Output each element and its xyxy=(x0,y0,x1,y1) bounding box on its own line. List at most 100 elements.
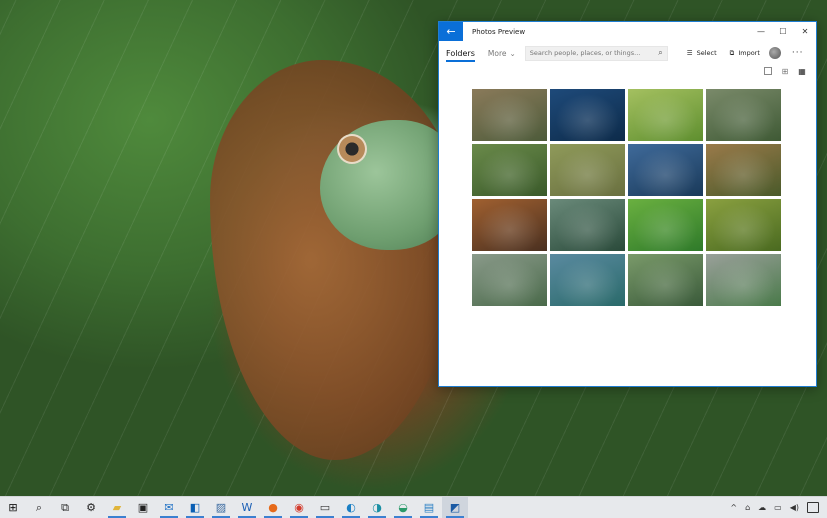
firefox-taskbar-button[interactable]: ● xyxy=(260,497,286,518)
wallpaper-leaf xyxy=(210,60,460,460)
edge-taskbar-button[interactable]: ◐ xyxy=(338,497,364,518)
volume-icon[interactable]: ◀) xyxy=(790,503,799,512)
search-input[interactable] xyxy=(529,49,648,57)
photo-thumbnail[interactable] xyxy=(628,254,703,306)
back-arrow-icon: ← xyxy=(446,25,456,38)
large-view-icon[interactable] xyxy=(764,67,772,75)
more-options-button[interactable]: ··· xyxy=(792,48,804,58)
photo-thumbnail[interactable] xyxy=(550,89,625,141)
mail-icon: ✉ xyxy=(164,501,174,514)
photo-image xyxy=(706,199,781,251)
small-view-icon[interactable]: ▦ xyxy=(798,67,806,76)
photos-icon: ▨ xyxy=(215,501,227,514)
photo-thumbnail[interactable] xyxy=(628,89,703,141)
word-taskbar-button[interactable]: W xyxy=(234,497,260,518)
photo-thumbnail[interactable] xyxy=(472,89,547,141)
edge-beta-icon: ◑ xyxy=(372,501,382,514)
more-label: More xyxy=(487,48,507,58)
photo-image xyxy=(628,254,703,306)
photo-row xyxy=(472,254,784,306)
photos-preview-taskbar-button[interactable]: ◩ xyxy=(442,497,468,518)
import-button[interactable]: ⧉ Import xyxy=(730,49,760,58)
photo-grid xyxy=(472,89,784,309)
photo-row xyxy=(472,144,784,196)
photo-image xyxy=(472,199,547,251)
search-box[interactable]: ⌕ xyxy=(524,45,668,61)
edge-icon: ◐ xyxy=(346,501,356,514)
photos-preview-window: ← Photos Preview — ☐ ✕ Folders More ⌄ ⌕ … xyxy=(438,21,817,387)
medium-view-icon[interactable]: ⊞ xyxy=(781,67,789,76)
window-title: Photos Preview xyxy=(472,27,526,36)
back-button[interactable]: ← xyxy=(439,22,463,41)
photo-image xyxy=(628,144,703,196)
wallpaper-frog-eye xyxy=(337,134,367,164)
avatar[interactable] xyxy=(768,47,781,59)
chrome-taskbar-button[interactable]: ◉ xyxy=(286,497,312,518)
photo-thumbnail[interactable] xyxy=(706,254,781,306)
network-icon[interactable]: ⌂ xyxy=(745,503,750,512)
view-size-toggles: ⊞ ▦ xyxy=(764,67,806,76)
minimize-button[interactable]: — xyxy=(750,22,772,41)
terminal-taskbar-button[interactable]: ▭ xyxy=(312,497,338,518)
notification-center-icon[interactable] xyxy=(807,502,819,513)
tab-folders[interactable]: Folders xyxy=(446,42,475,64)
photo-thumbnail[interactable] xyxy=(628,199,703,251)
photo-thumbnail[interactable] xyxy=(550,199,625,251)
photo-thumbnail[interactable] xyxy=(628,144,703,196)
photo-image xyxy=(628,89,703,141)
maximize-button[interactable]: ☐ xyxy=(772,22,794,41)
import-label: Import xyxy=(738,49,760,57)
mail-taskbar-button[interactable]: ✉ xyxy=(156,497,182,518)
photos-taskbar-button[interactable]: ▨ xyxy=(208,497,234,518)
outlook-icon: ◧ xyxy=(189,501,201,514)
photo-image xyxy=(550,199,625,251)
more-dropdown[interactable]: More ⌄ xyxy=(488,49,516,58)
photo-image xyxy=(550,144,625,196)
photo-thumbnail[interactable] xyxy=(706,144,781,196)
task-view-taskbar-button[interactable]: ⧉ xyxy=(52,497,78,518)
onedrive-icon[interactable]: ☁ xyxy=(758,503,766,512)
import-icon: ⧉ xyxy=(729,48,735,57)
file-explorer-taskbar-button[interactable]: ▰ xyxy=(104,497,130,518)
search-icon[interactable]: ⌕ xyxy=(658,48,662,58)
window-controls: — ☐ ✕ xyxy=(750,22,816,41)
photo-thumbnail[interactable] xyxy=(472,199,547,251)
start-taskbar-button[interactable]: ⊞ xyxy=(0,497,26,518)
edge-dev-taskbar-button[interactable]: ◒ xyxy=(390,497,416,518)
chevron-down-icon: ⌄ xyxy=(509,48,516,58)
show-hidden-icons-icon[interactable]: ^ xyxy=(730,503,737,512)
photo-thumbnail[interactable] xyxy=(550,254,625,306)
select-button[interactable]: ☰ Select xyxy=(687,49,717,57)
photo-thumbnail[interactable] xyxy=(706,199,781,251)
word-icon: W xyxy=(241,501,253,514)
close-button[interactable]: ✕ xyxy=(794,22,816,41)
photo-image xyxy=(706,254,781,306)
photo-image xyxy=(472,89,547,141)
photo-row xyxy=(472,89,784,141)
photo-image xyxy=(472,254,547,306)
title-bar[interactable]: ← Photos Preview — ☐ ✕ xyxy=(439,22,816,41)
photo-image xyxy=(472,144,547,196)
remote-desktop-taskbar-button[interactable]: ▤ xyxy=(416,497,442,518)
firefox-icon: ● xyxy=(268,501,278,514)
photo-thumbnail[interactable] xyxy=(706,89,781,141)
photo-image xyxy=(628,199,703,251)
terminal-icon: ▭ xyxy=(319,501,331,514)
search-taskbar-button[interactable]: ⌕ xyxy=(26,497,52,518)
display-icon[interactable]: ▭ xyxy=(774,503,782,512)
photo-thumbnail[interactable] xyxy=(472,144,547,196)
select-list-icon: ☰ xyxy=(686,49,693,57)
photo-thumbnail[interactable] xyxy=(550,144,625,196)
task-view-icon: ⧉ xyxy=(61,500,69,514)
photos-preview-icon: ◩ xyxy=(449,501,461,514)
photo-image xyxy=(550,254,625,306)
photo-thumbnail[interactable] xyxy=(472,254,547,306)
store-taskbar-button[interactable]: ▣ xyxy=(130,497,156,518)
file-explorer-icon: ▰ xyxy=(112,501,122,514)
outlook-taskbar-button[interactable]: ◧ xyxy=(182,497,208,518)
select-label: Select xyxy=(696,49,717,57)
search-icon: ⌕ xyxy=(35,500,43,514)
edge-beta-taskbar-button[interactable]: ◑ xyxy=(364,497,390,518)
settings-taskbar-button[interactable]: ⚙ xyxy=(78,497,104,518)
edge-dev-icon: ◒ xyxy=(398,501,408,514)
